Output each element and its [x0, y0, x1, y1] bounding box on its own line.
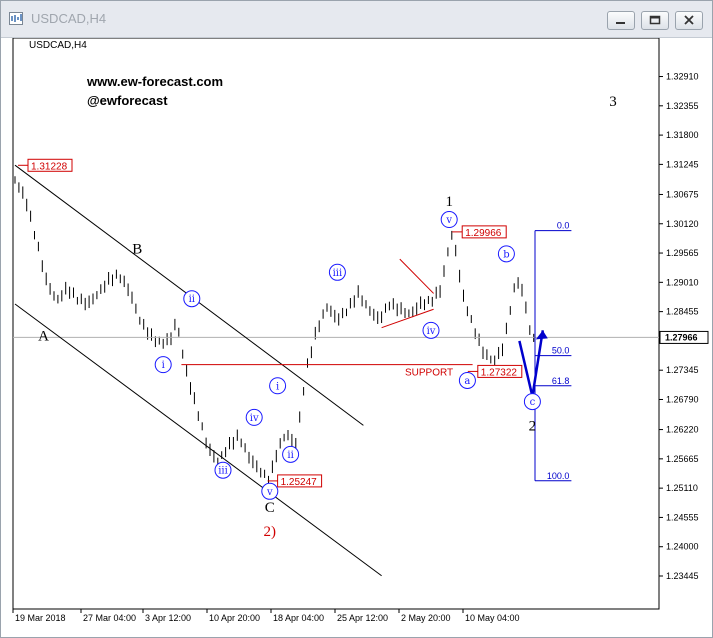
x-tick-label: 25 Apr 12:00: [337, 613, 388, 623]
wave-label: iv: [250, 413, 259, 424]
level-label: 1.27322: [481, 367, 518, 378]
title-bar: USDCAD,H4: [1, 1, 712, 38]
fib-label: 100.0: [547, 471, 570, 481]
wave-label: iv: [427, 326, 436, 337]
y-tick-label: 1.24555: [666, 512, 699, 522]
support-label: SUPPORT: [405, 368, 453, 379]
projection-path: [518, 330, 545, 397]
window-title: USDCAD,H4: [31, 11, 107, 26]
restore-icon: [649, 15, 661, 25]
wave-label: iii: [218, 466, 228, 477]
y-tick-label: 1.32355: [666, 101, 699, 111]
close-button[interactable]: [675, 11, 703, 30]
y-tick-label: 1.29010: [666, 277, 699, 287]
y-tick-label: 1.25665: [666, 454, 699, 464]
x-tick-label: 18 Apr 04:00: [273, 613, 324, 623]
wave-label: B: [132, 242, 142, 258]
projection-arrowhead: [535, 330, 548, 340]
channel-line: [14, 303, 382, 577]
level-label: 1.31228: [31, 161, 68, 172]
y-tick-label: 1.23445: [666, 571, 699, 581]
wave-label: 2: [529, 418, 537, 434]
minimize-icon: [616, 22, 625, 24]
current-price-label: 1.27966: [665, 332, 698, 342]
chart-icon: [9, 12, 23, 25]
wave-label: ii: [287, 450, 293, 461]
wave-label: ii: [189, 294, 195, 305]
wave-label: c: [530, 397, 536, 408]
close-icon: [684, 15, 694, 25]
y-tick-label: 1.31800: [666, 130, 699, 140]
triangle-line: [399, 258, 434, 294]
wave-label: iii: [333, 268, 343, 279]
restore-button[interactable]: [641, 11, 669, 30]
y-tick-label: 1.26220: [666, 425, 699, 435]
minimize-button[interactable]: [607, 11, 635, 30]
wave-label: 3: [609, 94, 617, 110]
plot-frame: [12, 38, 660, 610]
chart-title: USDCAD,H4: [29, 40, 87, 51]
y-tick-label: 1.24000: [666, 542, 699, 552]
wave-label: a: [464, 376, 470, 387]
y-tick-label: 1.25110: [666, 483, 698, 493]
chart-annotations: SUPPORT 1.31228 1.29966 1.27322 1.25247 0.0 50…: [31, 94, 617, 540]
wave-label: i: [276, 381, 279, 392]
y-tick-label: 1.30675: [666, 189, 699, 199]
fib-label: 0.0: [557, 221, 570, 231]
wave-label: 1: [445, 194, 453, 210]
y-tick-label: 1.29565: [666, 248, 699, 258]
x-tick-label: 2 May 20:00: [401, 613, 451, 623]
level-label: 1.29966: [465, 228, 502, 239]
chart-window: USDCAD,H4 SUPPORT 1.31228 1.29966 1.27322 1.…: [0, 0, 713, 638]
wave-label: v: [266, 487, 273, 498]
y-tick-label: 1.31245: [666, 159, 699, 169]
wave-label: v: [445, 215, 452, 226]
wave-label: b: [503, 249, 509, 260]
x-tick-label: 10 Apr 20:00: [209, 613, 260, 623]
wave-label: i: [162, 360, 165, 371]
x-tick-label: 10 May 04:00: [465, 613, 520, 623]
y-tick-label: 1.26790: [666, 394, 699, 404]
fib-label: 50.0: [552, 346, 570, 356]
x-tick-label: 19 Mar 2018: [15, 613, 66, 623]
wave-label: A: [38, 329, 49, 345]
watermark-url: www.ew-forecast.com: [86, 74, 223, 89]
y-tick-label: 1.30120: [666, 219, 699, 229]
axes: 1.32910 1.32355 1.31800 1.31245 1.30675 1.301…: [12, 72, 709, 623]
x-tick-label: 27 Mar 04:00: [83, 613, 136, 623]
level-label: 1.25247: [281, 477, 318, 488]
fib-label: 61.8: [552, 376, 570, 386]
wave-label: 2): [264, 524, 277, 540]
wave-label: C: [265, 500, 275, 516]
x-tick-label: 3 Apr 12:00: [145, 613, 191, 623]
watermark-handle: @ewforecast: [87, 93, 168, 108]
y-tick-label: 1.27345: [666, 365, 699, 375]
y-tick-label: 1.28455: [666, 307, 699, 317]
y-tick-label: 1.32910: [666, 72, 699, 82]
price-chart[interactable]: SUPPORT 1.31228 1.29966 1.27322 1.25247 0.0 50…: [1, 38, 712, 637]
